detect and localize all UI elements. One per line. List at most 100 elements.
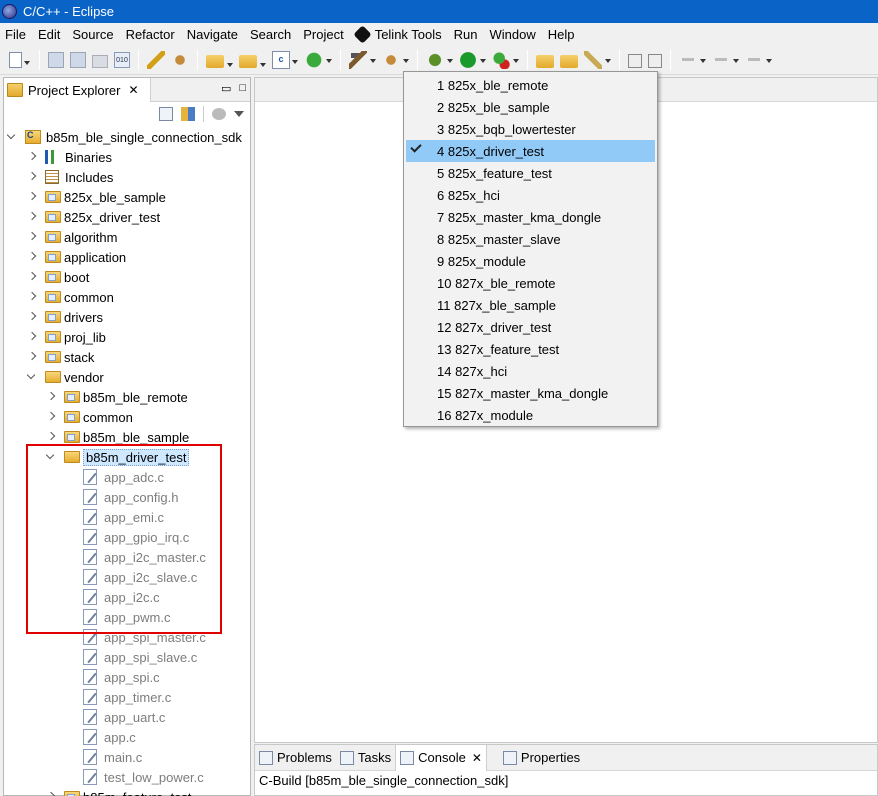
- search-rocket-icon[interactable]: [584, 50, 611, 69]
- expand-chevron-icon[interactable]: [26, 311, 38, 323]
- tree-file-item[interactable]: app_adc.c: [83, 467, 164, 487]
- expand-chevron-icon[interactable]: [26, 291, 38, 303]
- tree-file-item[interactable]: test_low_power.c: [83, 767, 204, 787]
- tree-folder-item[interactable]: Includes: [26, 167, 113, 187]
- expand-chevron-icon[interactable]: [26, 211, 38, 223]
- tree-folder-item[interactable]: algorithm: [26, 227, 117, 247]
- collapse-chevron-icon[interactable]: [45, 451, 57, 463]
- refresh-icon[interactable]: [305, 50, 332, 69]
- build-config-item[interactable]: 12 827x_driver_test: [406, 316, 655, 338]
- tree-file-item[interactable]: app_emi.c: [83, 507, 164, 527]
- tree-file-item[interactable]: app_i2c_master.c: [83, 547, 206, 567]
- tree-folder-item[interactable]: stack: [26, 347, 94, 367]
- tree-folder-item[interactable]: boot: [26, 267, 89, 287]
- expand-chevron-icon[interactable]: [45, 411, 57, 423]
- run-icon[interactable]: [459, 50, 486, 69]
- tree-folder-item[interactable]: drivers: [26, 307, 103, 327]
- tab-console[interactable]: Console ✕: [395, 744, 487, 771]
- tree-file-item[interactable]: app_pwm.c: [83, 607, 170, 627]
- toggle-view-icon[interactable]: [628, 53, 642, 68]
- expand-chevron-icon[interactable]: [45, 431, 57, 443]
- tree-file-item[interactable]: app_spi_slave.c: [83, 647, 197, 667]
- tab-problems[interactable]: Problems: [255, 745, 336, 771]
- tree-root-project[interactable]: b85m_ble_single_connection_sdk: [6, 127, 242, 147]
- menu-navigate[interactable]: Navigate: [182, 23, 245, 45]
- tab-properties[interactable]: Properties: [499, 745, 584, 771]
- expand-chevron-icon[interactable]: [45, 791, 57, 796]
- build-config-item[interactable]: 3 825x_bqb_lowertester: [406, 118, 655, 140]
- open-type-icon[interactable]: [536, 54, 554, 68]
- menu-run[interactable]: Run: [449, 23, 485, 45]
- tree-folder-item[interactable]: common: [26, 287, 114, 307]
- binary-icon[interactable]: 010: [114, 51, 130, 68]
- telink-gear-icon[interactable]: [171, 50, 189, 69]
- tree-file-item[interactable]: app_spi.c: [83, 667, 160, 687]
- tree-folder-item[interactable]: application: [26, 247, 126, 267]
- expand-chevron-icon[interactable]: [26, 251, 38, 263]
- expand-chevron-icon[interactable]: [26, 171, 38, 183]
- tree-folder-item[interactable]: 825x_ble_sample: [26, 187, 166, 207]
- expand-chevron-icon[interactable]: [26, 151, 38, 163]
- build-config-item[interactable]: 8 825x_master_slave: [406, 228, 655, 250]
- build-config-item[interactable]: 5 825x_feature_test: [406, 162, 655, 184]
- debug-icon[interactable]: [426, 50, 453, 69]
- build-config-item[interactable]: 4 825x_driver_test: [406, 140, 655, 162]
- tree-file-item[interactable]: app_gpio_irq.c: [83, 527, 189, 547]
- tree-folder-item[interactable]: b85m_driver_test: [45, 447, 190, 467]
- expand-chevron-icon[interactable]: [26, 271, 38, 283]
- tree-file-item[interactable]: app_timer.c: [83, 687, 171, 707]
- tree-folder-item[interactable]: 825x_driver_test: [26, 207, 160, 227]
- minimize-icon[interactable]: ▭: [221, 82, 231, 95]
- tree-folder-item[interactable]: b85m_ble_remote: [45, 387, 188, 407]
- expand-chevron-icon[interactable]: [26, 231, 38, 243]
- build-config-item[interactable]: 1 825x_ble_remote: [406, 74, 655, 96]
- build-config-item[interactable]: 7 825x_master_kma_dongle: [406, 206, 655, 228]
- collapse-chevron-icon[interactable]: [26, 371, 38, 383]
- project-explorer-tab[interactable]: Project Explorer ✕: [4, 78, 151, 102]
- build-config-item[interactable]: 2 825x_ble_sample: [406, 96, 655, 118]
- next-annotation-icon[interactable]: [679, 50, 706, 69]
- view-menu-icon[interactable]: [234, 111, 244, 117]
- menu-help[interactable]: Help: [543, 23, 582, 45]
- expand-chevron-icon[interactable]: [26, 331, 38, 343]
- save-all-icon[interactable]: [70, 51, 86, 68]
- show-whitespace-icon[interactable]: [648, 53, 662, 68]
- collapse-chevron-icon[interactable]: [6, 131, 18, 143]
- build-config-item[interactable]: 10 827x_ble_remote: [406, 272, 655, 294]
- tree-folder-item[interactable]: b85m_feature_test: [45, 787, 191, 796]
- new-source-folder-icon[interactable]: [239, 54, 266, 68]
- tree-file-item[interactable]: app_uart.c: [83, 707, 165, 727]
- menu-source[interactable]: Source: [67, 23, 120, 45]
- tree-file-item[interactable]: main.c: [83, 747, 142, 767]
- new-icon[interactable]: [9, 52, 30, 68]
- link-with-editor-icon[interactable]: [181, 107, 195, 121]
- menu-project[interactable]: Project: [298, 23, 350, 45]
- build-config-item[interactable]: 14 827x_hci: [406, 360, 655, 382]
- filter-icon[interactable]: [212, 108, 226, 120]
- build-config-item[interactable]: 9 825x_module: [406, 250, 655, 272]
- build-config-item[interactable]: 6 825x_hci: [406, 184, 655, 206]
- new-cpp-project-icon[interactable]: [206, 54, 233, 68]
- previous-annotation-icon[interactable]: [712, 50, 739, 69]
- build-settings-icon[interactable]: [382, 50, 409, 69]
- tree-file-item[interactable]: app_i2c.c: [83, 587, 160, 607]
- expand-chevron-icon[interactable]: [45, 391, 57, 403]
- external-tools-icon[interactable]: [492, 50, 519, 69]
- new-class-icon[interactable]: c: [272, 50, 298, 69]
- build-config-item[interactable]: 15 827x_master_kma_dongle: [406, 382, 655, 404]
- tree-file-item[interactable]: app_spi_master.c: [83, 627, 206, 647]
- menu-search[interactable]: Search: [245, 23, 298, 45]
- tree-file-item[interactable]: app.c: [83, 727, 136, 747]
- menu-edit[interactable]: Edit: [33, 23, 67, 45]
- print-icon[interactable]: [92, 54, 108, 68]
- open-element-icon[interactable]: [560, 54, 578, 68]
- back-icon[interactable]: [745, 50, 772, 69]
- build-config-item[interactable]: 11 827x_ble_sample: [406, 294, 655, 316]
- tree-file-item[interactable]: app_config.h: [83, 487, 178, 507]
- menu-refactor[interactable]: Refactor: [121, 23, 182, 45]
- collapse-all-icon[interactable]: [159, 107, 173, 121]
- tree-folder-item[interactable]: common: [45, 407, 133, 427]
- build-config-item[interactable]: 16 827x_module: [406, 404, 655, 426]
- tree-folder-item[interactable]: vendor: [26, 367, 104, 387]
- expand-chevron-icon[interactable]: [26, 191, 38, 203]
